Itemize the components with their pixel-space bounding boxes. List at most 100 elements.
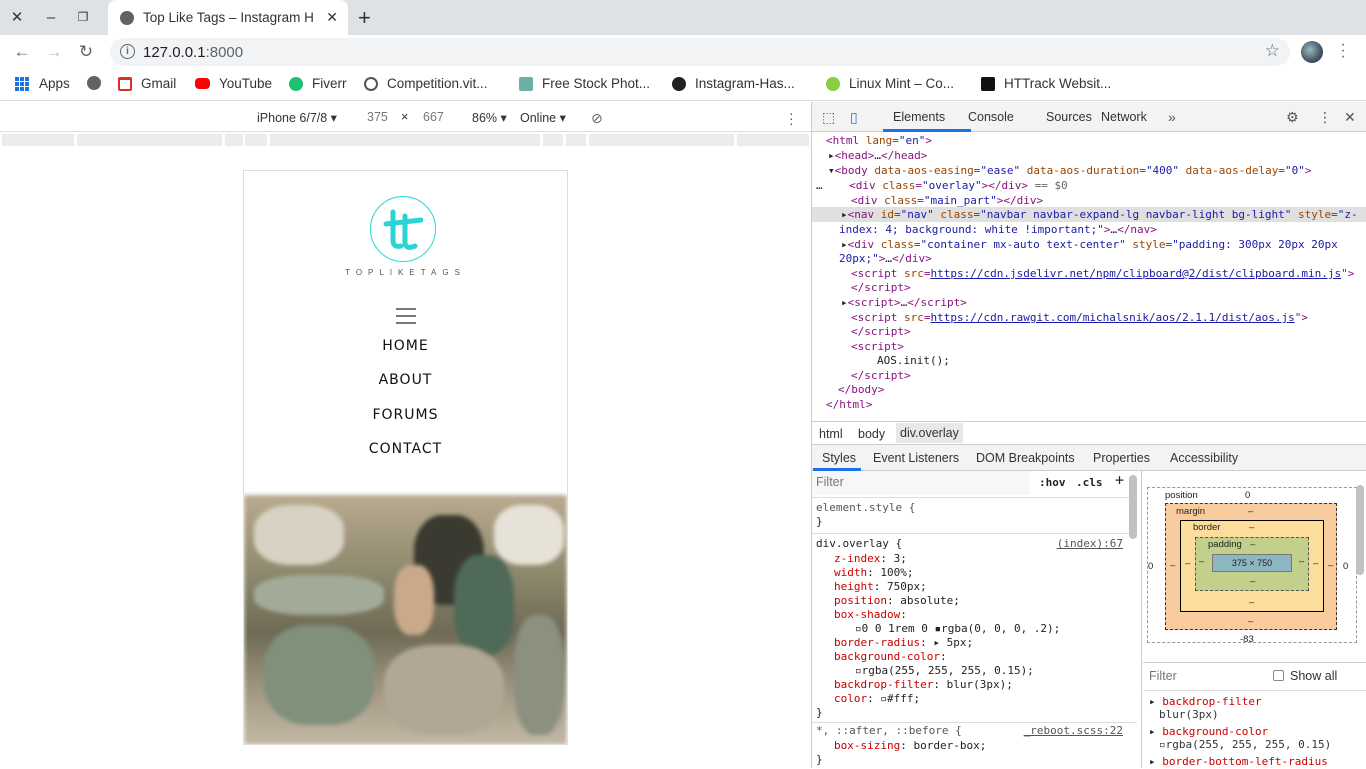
show-all-checkbox[interactable] <box>1273 670 1284 681</box>
margin-top-value: – <box>1248 506 1254 517</box>
subtab-styles[interactable]: Styles <box>822 451 856 465</box>
browser-toolbar: ← → ↻ i 127.0.0.1:8000 ☆ <box>0 35 1366 69</box>
hov-toggle[interactable]: :hov <box>1039 476 1066 490</box>
nav-about[interactable]: ABOUT <box>244 372 567 388</box>
add-rule-icon[interactable]: + <box>1115 473 1124 488</box>
dom-tree[interactable]: <html lang="en"> ▸<head>…</head> ▾<body … <box>812 132 1366 422</box>
stock-photo-icon <box>519 76 533 91</box>
border-right-value: – <box>1313 558 1319 569</box>
bookmark-star-icon[interactable]: ☆ <box>1265 41 1280 61</box>
bookmark-globe[interactable] <box>87 76 110 90</box>
subtab-accessibility[interactable]: Accessibility <box>1170 451 1238 465</box>
tab-console[interactable]: Console <box>968 110 1014 124</box>
show-all-label: Show all <box>1290 669 1338 683</box>
settings-gear-icon[interactable]: ⚙ <box>1286 109 1299 126</box>
bookmark-youtube[interactable]: YouTube <box>195 76 272 91</box>
reload-icon[interactable]: ↻ <box>75 41 97 63</box>
subtab-dom-breakpoints[interactable]: DOM Breakpoints <box>976 451 1075 465</box>
nav-home[interactable]: HOME <box>244 338 567 354</box>
reboot-rule-source[interactable]: _reboot.scss:22 <box>1024 724 1123 737</box>
new-tab-icon[interactable]: + <box>358 5 371 31</box>
close-window-icon[interactable]: ✕ <box>6 6 28 28</box>
box-margin-label: margin <box>1176 506 1206 517</box>
close-devtools-icon[interactable]: ✕ <box>1344 109 1356 126</box>
styles-filter-input[interactable] <box>812 471 1030 495</box>
computed-pane: Filter Show all ▸ backdrop-filter blur(3… <box>1143 662 1366 768</box>
computed-filter-input[interactable]: Filter <box>1149 669 1177 683</box>
styles-scrollbar[interactable] <box>1129 475 1137 539</box>
tab-elements[interactable]: Elements <box>893 110 945 124</box>
restore-window-icon[interactable]: ❐ <box>72 6 94 28</box>
site-logo-icon[interactable] <box>370 196 436 262</box>
bookmark-gmail[interactable]: Gmail <box>118 76 176 91</box>
box-padding-label: padding <box>1208 539 1242 550</box>
tab-sources[interactable]: Sources <box>1046 110 1092 124</box>
minimize-window-icon[interactable]: ‒ <box>40 6 62 28</box>
box-border-label: border <box>1193 522 1221 533</box>
bookmark-label: Linux Mint – Co... <box>849 76 955 91</box>
border-left-value: – <box>1185 558 1191 569</box>
reboot-rule-selector: *, ::after, ::before { <box>816 724 962 737</box>
more-tabs-icon[interactable]: » <box>1168 109 1176 125</box>
devtools-panel: ⬚ ▯ Elements Console Sources Network » ⚙… <box>811 102 1366 768</box>
github-icon <box>672 76 686 91</box>
inspect-element-icon[interactable]: ⬚ <box>822 109 835 126</box>
bookmark-apps[interactable]: Apps <box>15 76 70 91</box>
rotate-icon[interactable]: ⊘ <box>591 110 603 127</box>
crumb-div-overlay[interactable]: div.overlay <box>896 423 963 443</box>
margin-bottom-value: – <box>1248 616 1254 627</box>
emulated-viewport: TOPLIKETAGS HOME ABOUT FORUMS CONTACT <box>0 150 811 768</box>
hero-background-image <box>244 495 567 744</box>
close-tab-icon[interactable]: ✕ <box>326 9 338 26</box>
profile-avatar[interactable] <box>1301 41 1323 63</box>
bookmark-github[interactable]: Instagram-Has... <box>672 76 795 91</box>
subtab-properties[interactable]: Properties <box>1093 451 1150 465</box>
bookmark-linux-mint[interactable]: Linux Mint – Co... <box>826 76 954 91</box>
box-model-scrollbar[interactable] <box>1356 485 1364 575</box>
bookmark-httrack[interactable]: HTTrack Websit... <box>981 76 1111 91</box>
bookmark-competition[interactable]: Competition.vit... <box>364 76 488 91</box>
device-toolbar: iPhone 6/7/8 ▾ 375 × 667 86% ▾ Online ▾ … <box>0 102 811 132</box>
browser-tab[interactable]: Top Like Tags – Instagram H ✕ <box>108 0 348 35</box>
device-toggle-icon[interactable]: ▯ <box>850 109 858 126</box>
title-bar: ✕ ‒ ❐ Top Like Tags – Instagram H ✕ + <box>0 0 1366 35</box>
back-icon[interactable]: ← <box>11 41 33 63</box>
box-model-diagram: position 0 0 0 -83 margin – – – – border… <box>1143 471 1366 651</box>
crumb-html[interactable]: html <box>819 427 843 441</box>
device-menu-icon[interactable]: · · · <box>789 106 794 130</box>
globe-icon <box>120 10 134 25</box>
device-height[interactable]: 667 <box>423 110 444 124</box>
breadcrumb: html body div.overlay <box>812 421 1366 445</box>
subtab-event-listeners[interactable]: Event Listeners <box>873 451 959 465</box>
media-query-ruler[interactable] <box>0 132 811 150</box>
nav-forums[interactable]: FORUMS <box>244 407 567 423</box>
overlay-rule-selector: div.overlay { <box>816 537 903 550</box>
info-icon[interactable]: i <box>120 44 135 59</box>
overlay-rule-source[interactable]: (index):67 <box>1057 537 1123 550</box>
forward-icon[interactable]: → <box>43 41 65 63</box>
box-position-label: position <box>1165 490 1198 501</box>
network-select[interactable]: Online ▾ <box>520 110 566 125</box>
zoom-select[interactable]: 86% ▾ <box>472 110 507 125</box>
crumb-body[interactable]: body <box>858 427 885 441</box>
page-frame: TOPLIKETAGS HOME ABOUT FORUMS CONTACT <box>243 170 568 745</box>
address-bar[interactable]: i 127.0.0.1:8000 ☆ <box>110 38 1290 66</box>
cls-toggle[interactable]: .cls <box>1076 476 1103 490</box>
bookmark-fiverr[interactable]: Fiverr <box>289 76 347 91</box>
chrome-menu-icon[interactable]: · · · <box>1338 37 1348 65</box>
padding-bottom-value: – <box>1250 576 1256 587</box>
bookmark-label: Instagram-Has... <box>695 76 795 91</box>
device-select[interactable]: iPhone 6/7/8 ▾ <box>257 110 337 125</box>
styles-pane: Filter :hov .cls + element.style { } div… <box>812 471 1142 768</box>
bookmark-stock-photo[interactable]: Free Stock Phot... <box>519 76 650 91</box>
devtools-menu-icon[interactable]: ⋮ <box>1318 109 1332 126</box>
bookmark-label: Competition.vit... <box>387 76 488 91</box>
bookmarks-bar: Apps Gmail YouTube Fiverr Competition.vi… <box>0 69 1366 101</box>
tab-network[interactable]: Network <box>1101 110 1147 124</box>
url-port: :8000 <box>205 44 244 61</box>
hamburger-menu-icon[interactable] <box>396 308 416 329</box>
nav-contact[interactable]: CONTACT <box>244 441 567 457</box>
box-position-top: 0 <box>1245 490 1251 501</box>
network-value: Online <box>520 111 557 125</box>
device-width[interactable]: 375 <box>367 110 388 124</box>
